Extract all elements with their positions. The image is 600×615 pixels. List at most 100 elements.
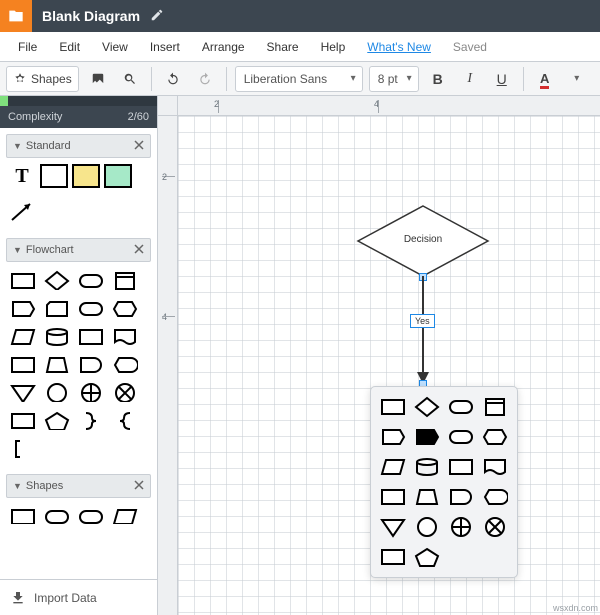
flow-rect3[interactable] [8, 352, 38, 376]
pick-cyl[interactable] [412, 455, 442, 479]
font-size-select[interactable]: 8 pt [369, 66, 419, 92]
image-button[interactable] [85, 66, 111, 92]
menu-insert[interactable]: Insert [140, 34, 190, 60]
flow-rect2[interactable] [76, 324, 106, 348]
pick-or[interactable] [480, 515, 510, 539]
block-shape[interactable] [104, 164, 132, 188]
pick-doc[interactable] [480, 455, 510, 479]
menu-arrange[interactable]: Arrange [192, 34, 255, 60]
flow-brace-r[interactable] [76, 408, 106, 432]
font-select[interactable]: Liberation Sans [235, 66, 363, 92]
undo-button[interactable] [160, 66, 186, 92]
edge-label[interactable]: Yes [410, 314, 435, 328]
menu-edit[interactable]: Edit [49, 34, 90, 60]
close-icon[interactable] [134, 244, 144, 257]
edit-title-icon[interactable] [150, 8, 164, 25]
flow-flag[interactable] [8, 296, 38, 320]
ruler-tick: 4 [162, 312, 167, 322]
text-shape[interactable]: T [8, 164, 36, 188]
caret-down-icon: ▼ [13, 481, 22, 491]
pick-tri[interactable] [378, 515, 408, 539]
pick-sum[interactable] [446, 515, 476, 539]
shape-para[interactable] [110, 504, 140, 524]
menu-saved: Saved [443, 34, 497, 60]
more-icon[interactable]: ▾ [564, 66, 590, 92]
arrow-shape[interactable] [8, 200, 36, 224]
pick-db[interactable] [480, 395, 510, 419]
flow-hex[interactable] [110, 296, 140, 320]
flow-brace-l[interactable] [110, 408, 140, 432]
flow-bracket[interactable] [8, 436, 38, 460]
pick-rect4[interactable] [378, 545, 408, 569]
pick-rect2[interactable] [446, 455, 476, 479]
flow-or[interactable] [110, 380, 140, 404]
bold-button[interactable]: B [425, 66, 451, 92]
close-icon[interactable] [134, 480, 144, 493]
underline-button[interactable]: U [489, 66, 515, 92]
rectangle-shape[interactable] [40, 164, 68, 188]
pick-diamond[interactable] [412, 395, 442, 419]
pick-display[interactable] [480, 485, 510, 509]
note-shape[interactable] [72, 164, 100, 188]
flow-para[interactable] [8, 324, 38, 348]
menu-share[interactable]: Share [257, 34, 309, 60]
separator [523, 67, 524, 91]
menu-help[interactable]: Help [311, 34, 356, 60]
flow-dshape[interactable] [76, 352, 106, 376]
panel-title: Shapes [26, 480, 63, 492]
pick-dshape[interactable] [446, 485, 476, 509]
flow-sum[interactable] [76, 380, 106, 404]
shapes-button[interactable]: Shapes [6, 66, 79, 92]
flow-cyl[interactable] [42, 324, 72, 348]
document-title[interactable]: Blank Diagram [32, 8, 150, 24]
pick-round2[interactable] [446, 425, 476, 449]
decision-node[interactable]: Decision [358, 206, 488, 276]
flow-doc[interactable] [110, 324, 140, 348]
panel-title: Flowchart [26, 244, 74, 256]
pick-penta[interactable] [412, 545, 442, 569]
import-data-button[interactable]: Import Data [0, 579, 157, 615]
left-panel: Complexity 2/60 ▼ Standard T [0, 96, 158, 615]
flow-display[interactable] [110, 352, 140, 376]
flow-tri[interactable] [8, 380, 38, 404]
title-bar: Blank Diagram [0, 0, 600, 32]
panel-header-shapes[interactable]: ▼ Shapes [6, 474, 151, 498]
ruler-tick: 2 [214, 99, 219, 109]
flow-card[interactable] [42, 296, 72, 320]
canvas[interactable]: Decision Yes [178, 116, 600, 615]
flow-trap[interactable] [42, 352, 72, 376]
italic-button[interactable]: I [457, 66, 483, 92]
flow-penta[interactable] [42, 408, 72, 432]
menu-file[interactable]: File [8, 34, 47, 60]
menu-whatsnew[interactable]: What's New [357, 34, 441, 60]
text-color-button[interactable]: A [532, 66, 558, 92]
pick-flag2[interactable] [412, 425, 442, 449]
flow-diamond[interactable] [42, 268, 72, 292]
shape-round2[interactable] [76, 504, 106, 524]
pick-hex[interactable] [480, 425, 510, 449]
redo-button[interactable] [192, 66, 218, 92]
pick-para[interactable] [378, 455, 408, 479]
pick-round[interactable] [446, 395, 476, 419]
pick-trap[interactable] [412, 485, 442, 509]
document-icon[interactable] [0, 0, 32, 32]
flow-rect4[interactable] [8, 408, 38, 432]
flow-terminator[interactable] [76, 268, 106, 292]
shape-rect[interactable] [8, 504, 38, 524]
close-icon[interactable] [134, 140, 144, 153]
panel-header-standard[interactable]: ▼ Standard [6, 134, 151, 158]
flow-round2[interactable] [76, 296, 106, 320]
flow-predefined[interactable] [110, 268, 140, 292]
menu-view[interactable]: View [92, 34, 138, 60]
pick-rect3[interactable] [378, 485, 408, 509]
search-button[interactable] [117, 66, 143, 92]
pick-circle[interactable] [412, 515, 442, 539]
flow-rect[interactable] [8, 268, 38, 292]
shape-round[interactable] [42, 504, 72, 524]
canvas-area[interactable]: 2 4 2 4 Decision Yes [158, 96, 600, 615]
flow-circle[interactable] [42, 380, 72, 404]
pick-flag[interactable] [378, 425, 408, 449]
panel-header-flowchart[interactable]: ▼ Flowchart [6, 238, 151, 262]
pick-rect[interactable] [378, 395, 408, 419]
ruler-vertical: 2 4 [158, 116, 178, 615]
